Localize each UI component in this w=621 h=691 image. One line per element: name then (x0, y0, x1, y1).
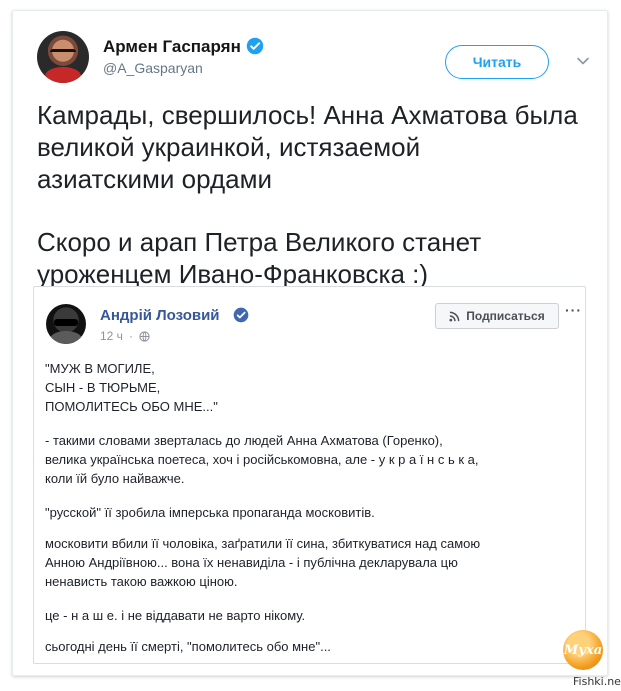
fb-text-line: велика українська поетеса, хоч і російсь… (45, 452, 479, 467)
avatar-sunglasses (54, 319, 78, 326)
fb-text-line: ненависть такою важкою ціною. (45, 574, 238, 589)
meta-separator: · (128, 329, 133, 343)
fb-post-body: "МУЖ В МОГИЛЕ, СЫН - В ТЮРЬМЕ, ПОМОЛИТЕС… (45, 359, 580, 656)
fb-paragraph: "русской" її зробила імперська пропаганд… (45, 503, 580, 522)
fb-author-name[interactable]: Андрій Лозовий (100, 307, 220, 324)
fb-paragraph: "МУЖ В МОГИЛЕ, СЫН - В ТЮРЬМЕ, ПОМОЛИТЕС… (45, 359, 580, 416)
tweet-text: Камрады, свершилось! Анна Ахматова была … (37, 99, 597, 290)
tweet-author-name[interactable]: Армен Гаспарян (103, 37, 241, 57)
fb-paragraph: московити вбили її чоловіка, заґратили ї… (45, 534, 580, 591)
fb-text-line: "МУЖ В МОГИЛЕ, (45, 361, 155, 376)
fb-text-line: ПОМОЛИТЕСЬ ОБО МНЕ..." (45, 399, 218, 414)
avatar-shirt (45, 67, 81, 83)
avatar-jacket (50, 331, 82, 344)
verified-badge-icon (246, 37, 264, 55)
fb-paragraph: це - н а ш е. і не віддавати не варто ні… (45, 606, 580, 625)
globe-icon (139, 330, 150, 342)
subscribe-label: Подписаться (466, 309, 545, 323)
fb-text-line: СЫН - В ТЮРЬМЕ, (45, 380, 161, 395)
fb-paragraph: сьогодні день її смерті, "помолитесь обо… (45, 637, 580, 656)
embedded-facebook-post[interactable]: Андрій Лозовий 12 ч · Подписаться ··· "М… (33, 286, 586, 664)
screenshot-frame: Армен Гаспарян @A_Gasparyan Читать Камра… (0, 0, 621, 691)
fb-post-meta: 12 ч · (100, 329, 150, 343)
tweet-text-line: азиатскими ордами (37, 164, 272, 194)
chevron-down-icon[interactable] (575, 53, 591, 69)
avatar-glasses (50, 49, 76, 56)
fb-author-avatar[interactable] (46, 304, 86, 344)
fb-text-line: "русской" її зробила імперська пропаганд… (45, 505, 375, 520)
fb-text-line: сьогодні день її смерті, "помолитесь обо… (45, 639, 331, 654)
fb-text-line: Анною Андріївною... вона їх ненавиділа -… (45, 555, 458, 570)
fb-text-line: це - н а ш е. і не віддавати не варто ні… (45, 608, 306, 623)
tweet-author-handle[interactable]: @A_Gasparyan (103, 60, 203, 76)
follow-button[interactable]: Читать (445, 45, 549, 79)
tweet-text-line: великой украинкой, истязаемой (37, 132, 421, 162)
fb-text-line: коли їй було найважче. (45, 471, 185, 486)
tweet-text-line: Камрады, свершилось! Анна Ахматова была (37, 100, 578, 130)
watermark-site: Fishki.net (573, 675, 621, 688)
more-options-icon[interactable]: ··· (565, 302, 582, 318)
verified-badge-icon (233, 307, 249, 323)
rss-icon (449, 311, 460, 322)
fb-text-line: московити вбили її чоловіка, заґратили ї… (45, 536, 481, 551)
fb-post-time[interactable]: 12 ч (100, 329, 123, 343)
watermark-logo: Муха (563, 630, 603, 670)
tweet-author-avatar[interactable] (37, 31, 89, 83)
fb-text-line: - такими словами зверталась до людей Анн… (45, 433, 443, 448)
subscribe-button[interactable]: Подписаться (435, 303, 559, 329)
fb-paragraph: - такими словами зверталась до людей Анн… (45, 431, 580, 488)
tweet-text-line: Скоро и арап Петра Великого станет (37, 227, 482, 257)
